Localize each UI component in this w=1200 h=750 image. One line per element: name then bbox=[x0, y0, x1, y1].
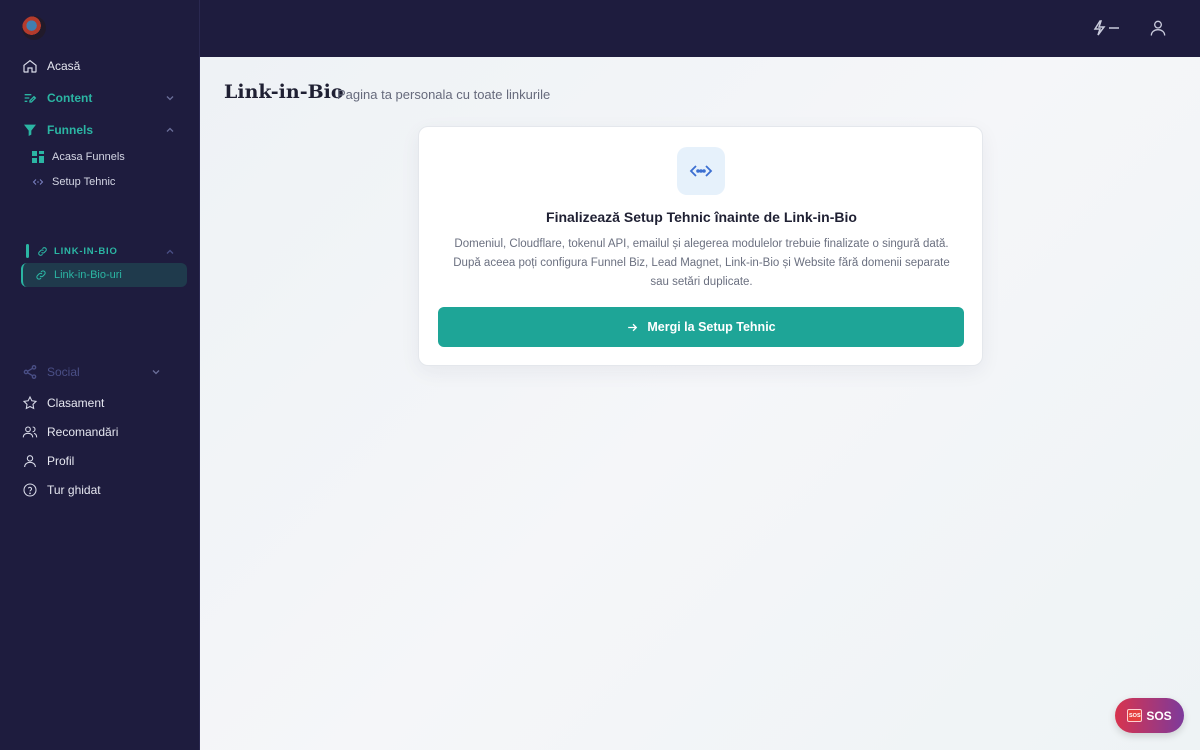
edit-icon bbox=[24, 94, 37, 103]
sos-label: SOS bbox=[1146, 708, 1172, 723]
home-icon bbox=[23, 59, 37, 73]
sidebar-item-label: Profil bbox=[47, 454, 75, 468]
users-icon bbox=[22, 426, 38, 438]
sidebar-item-funnels[interactable]: Funnels bbox=[22, 122, 93, 138]
app-logo[interactable] bbox=[22, 16, 46, 40]
main-content: Link-in-Bio Pagina ta personala cu toate… bbox=[200, 57, 1200, 750]
card-icon-container bbox=[677, 147, 725, 195]
sidebar-item-link-in-bio-uri[interactable]: Link-in-Bio-uri bbox=[21, 263, 187, 287]
section-label: LINK-IN-BIO bbox=[54, 245, 118, 257]
user-icon bbox=[24, 455, 36, 468]
bolt-icon[interactable] bbox=[1090, 18, 1122, 38]
dashboard-icon bbox=[32, 151, 44, 163]
help-icon bbox=[23, 483, 37, 497]
chevron-down-icon[interactable] bbox=[165, 93, 175, 103]
sidebar-subitem-acasa-funnels[interactable]: Acasa Funnels bbox=[32, 151, 125, 163]
section-link-in-bio[interactable]: LINK-IN-BIO bbox=[26, 244, 118, 258]
arrow-right-icon bbox=[628, 323, 638, 331]
sidebar-item-label: Funnels bbox=[47, 123, 94, 137]
sidebar-item-acasa[interactable]: Acasă bbox=[22, 58, 80, 74]
page-subtitle: Pagina ta personala cu toate linkurile bbox=[337, 87, 551, 102]
go-to-setup-button[interactable]: Mergi la Setup Tehnic bbox=[438, 307, 964, 347]
sos-emoji-icon: SOS bbox=[1127, 709, 1143, 722]
chevron-down-icon[interactable] bbox=[151, 367, 161, 377]
sidebar-item-label: Recomandări bbox=[47, 425, 119, 439]
button-label: Mergi la Setup Tehnic bbox=[647, 320, 776, 334]
sidebar-item-label: Link-in-Bio-uri bbox=[54, 269, 122, 281]
code-icon bbox=[32, 179, 44, 185]
sidebar-item-label: Acasă bbox=[47, 59, 81, 73]
sidebar-item-label: Clasament bbox=[47, 396, 105, 410]
sidebar-item-label: Tur ghidat bbox=[47, 483, 101, 497]
chevron-up-icon[interactable] bbox=[165, 247, 175, 257]
sidebar-subitem-setup-tehnic[interactable]: Setup Tehnic bbox=[32, 176, 115, 188]
card-description: Domeniul, Cloudflare, tokenul API, email… bbox=[453, 238, 950, 288]
section-indicator bbox=[26, 244, 29, 258]
code-icon bbox=[689, 165, 713, 177]
sidebar-item-label: Social bbox=[47, 365, 80, 379]
chevron-up-icon[interactable] bbox=[165, 125, 175, 135]
link-icon bbox=[36, 270, 46, 280]
link-icon bbox=[38, 246, 47, 256]
sidebar-item-profil[interactable]: Profil bbox=[22, 453, 74, 469]
user-icon[interactable] bbox=[1148, 18, 1168, 38]
sidebar: Acasă Content Funnels Acasa Funnels Setu… bbox=[0, 0, 200, 750]
filter-icon bbox=[24, 124, 36, 136]
sidebar-item-content[interactable]: Content bbox=[22, 90, 178, 106]
sos-button[interactable]: SOS SOS bbox=[1115, 698, 1184, 733]
sidebar-item-label: Content bbox=[47, 91, 93, 105]
sidebar-item-recomandari[interactable]: Recomandări bbox=[22, 424, 118, 440]
setup-required-card: Finalizează Setup Tehnic înainte de Link… bbox=[418, 126, 983, 366]
card-title: Finalizează Setup Tehnic înainte de Link… bbox=[546, 209, 857, 225]
star-icon bbox=[22, 395, 38, 410]
sidebar-item-clasament[interactable]: Clasament bbox=[22, 395, 104, 411]
page-title: Link-in-Bio bbox=[224, 81, 344, 103]
sidebar-subitem-label: Acasa Funnels bbox=[52, 151, 125, 163]
topbar bbox=[200, 0, 1200, 57]
sidebar-subitem-label: Setup Tehnic bbox=[52, 176, 116, 188]
sidebar-item-tur-ghidat[interactable]: Tur ghidat bbox=[22, 482, 101, 498]
share-icon bbox=[23, 365, 37, 379]
